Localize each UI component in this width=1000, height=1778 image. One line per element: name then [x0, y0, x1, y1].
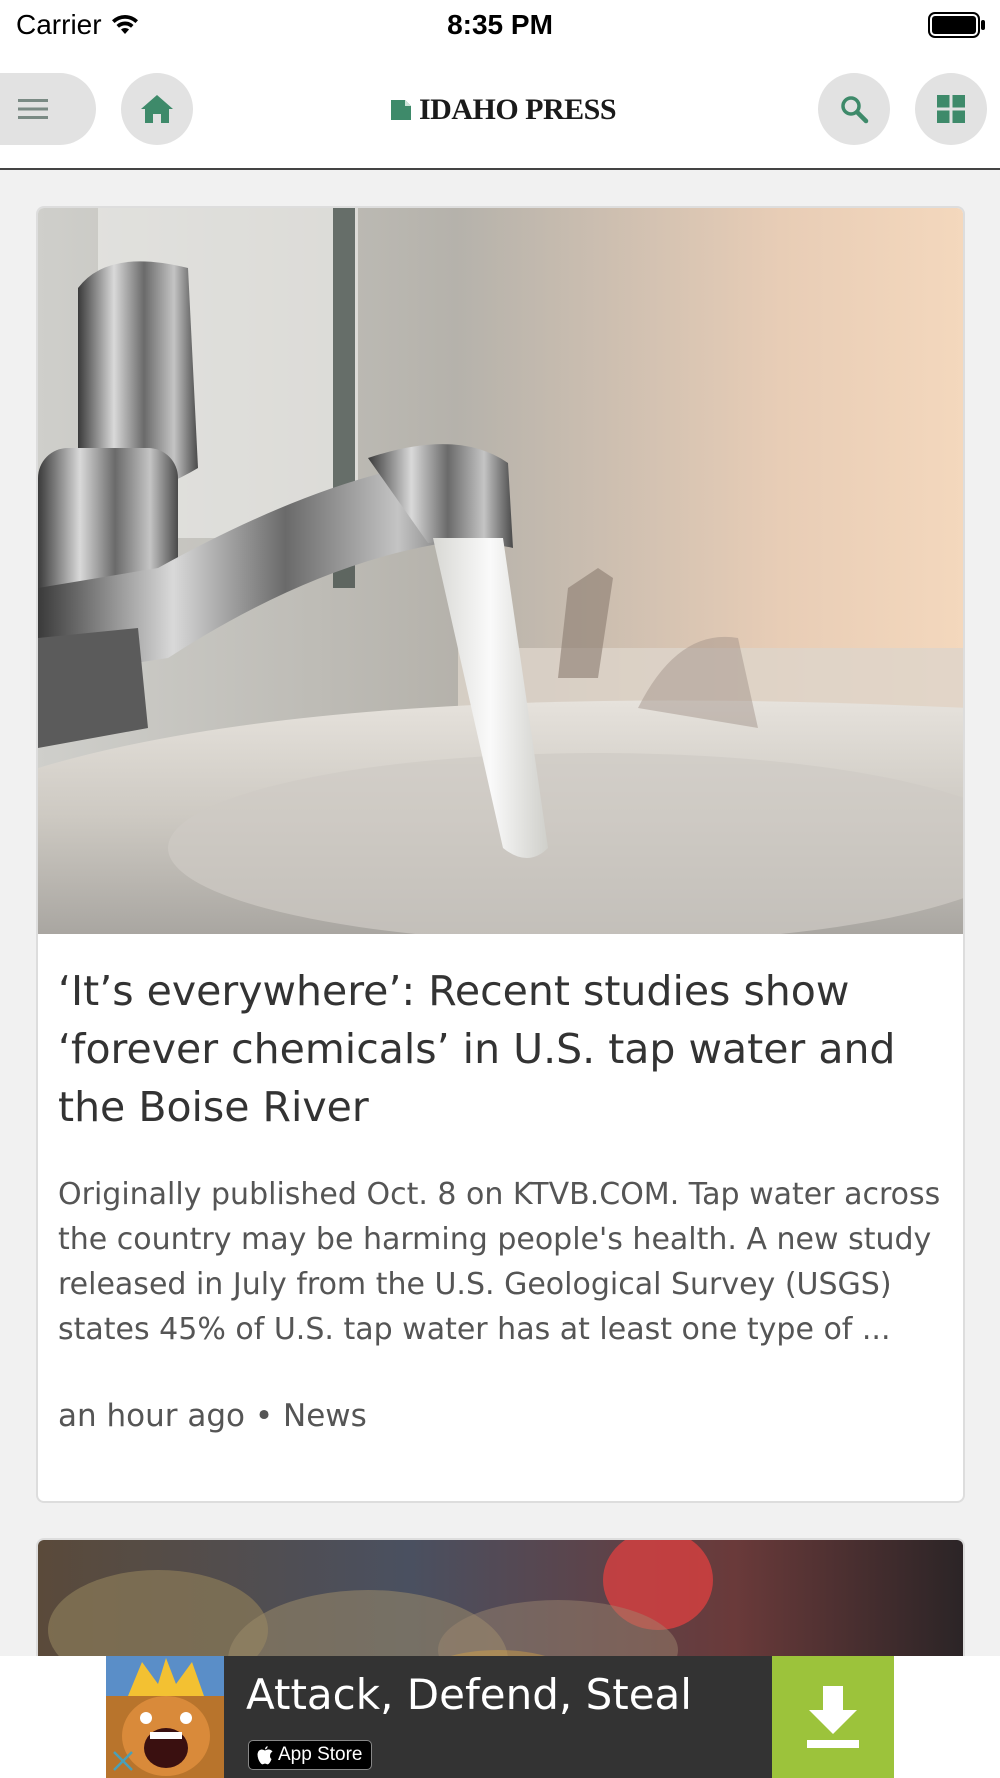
app-store-label: App Store — [278, 1744, 363, 1765]
article-summary: Originally published Oct. 8 on KTVB.COM.… — [58, 1177, 941, 1347]
article-meta: an hour ago • News — [58, 1398, 943, 1434]
home-button[interactable] — [121, 73, 193, 145]
article-body: ‘It’s everywhere’: Recent studies show ‘… — [58, 934, 943, 1434]
search-button[interactable] — [818, 73, 890, 145]
grid-icon — [937, 95, 965, 123]
menu-icon — [18, 99, 48, 119]
ad-title[interactable]: Attack, Defend, Steal — [246, 1670, 692, 1719]
app-header: IDAHO PRESS — [0, 50, 1000, 170]
ad-close-icon[interactable] — [108, 1746, 138, 1776]
article-image[interactable] — [38, 208, 965, 934]
search-icon — [841, 96, 869, 124]
status-time: 8:35 PM — [447, 9, 553, 40]
article-section[interactable]: News — [283, 1398, 367, 1434]
ad-container: Attack, Defend, Steal App Store — [0, 1656, 1000, 1778]
logo-mark-icon — [391, 100, 411, 120]
app-store-badge[interactable]: App Store — [248, 1740, 372, 1770]
sections-button[interactable] — [915, 73, 987, 145]
apple-icon — [257, 1745, 273, 1764]
download-icon — [807, 1686, 859, 1748]
meta-separator: • — [254, 1398, 274, 1434]
home-icon — [141, 95, 173, 123]
logo-text: IDAHO PRESS — [419, 93, 617, 126]
menu-button[interactable] — [0, 73, 96, 145]
battery-icon — [928, 12, 985, 38]
idaho-press-logo[interactable]: IDAHO PRESS — [389, 90, 617, 130]
status-bar: Carrier 8:35 PM — [0, 0, 1000, 50]
ad-banner[interactable]: Attack, Defend, Steal App Store — [106, 1656, 894, 1778]
article-headline[interactable]: ‘It’s everywhere’: Recent studies show ‘… — [58, 962, 943, 1136]
article-card[interactable]: ‘It’s everywhere’: Recent studies show ‘… — [36, 206, 965, 1503]
ad-download-button[interactable] — [772, 1656, 894, 1778]
article-time: an hour ago — [58, 1398, 245, 1434]
